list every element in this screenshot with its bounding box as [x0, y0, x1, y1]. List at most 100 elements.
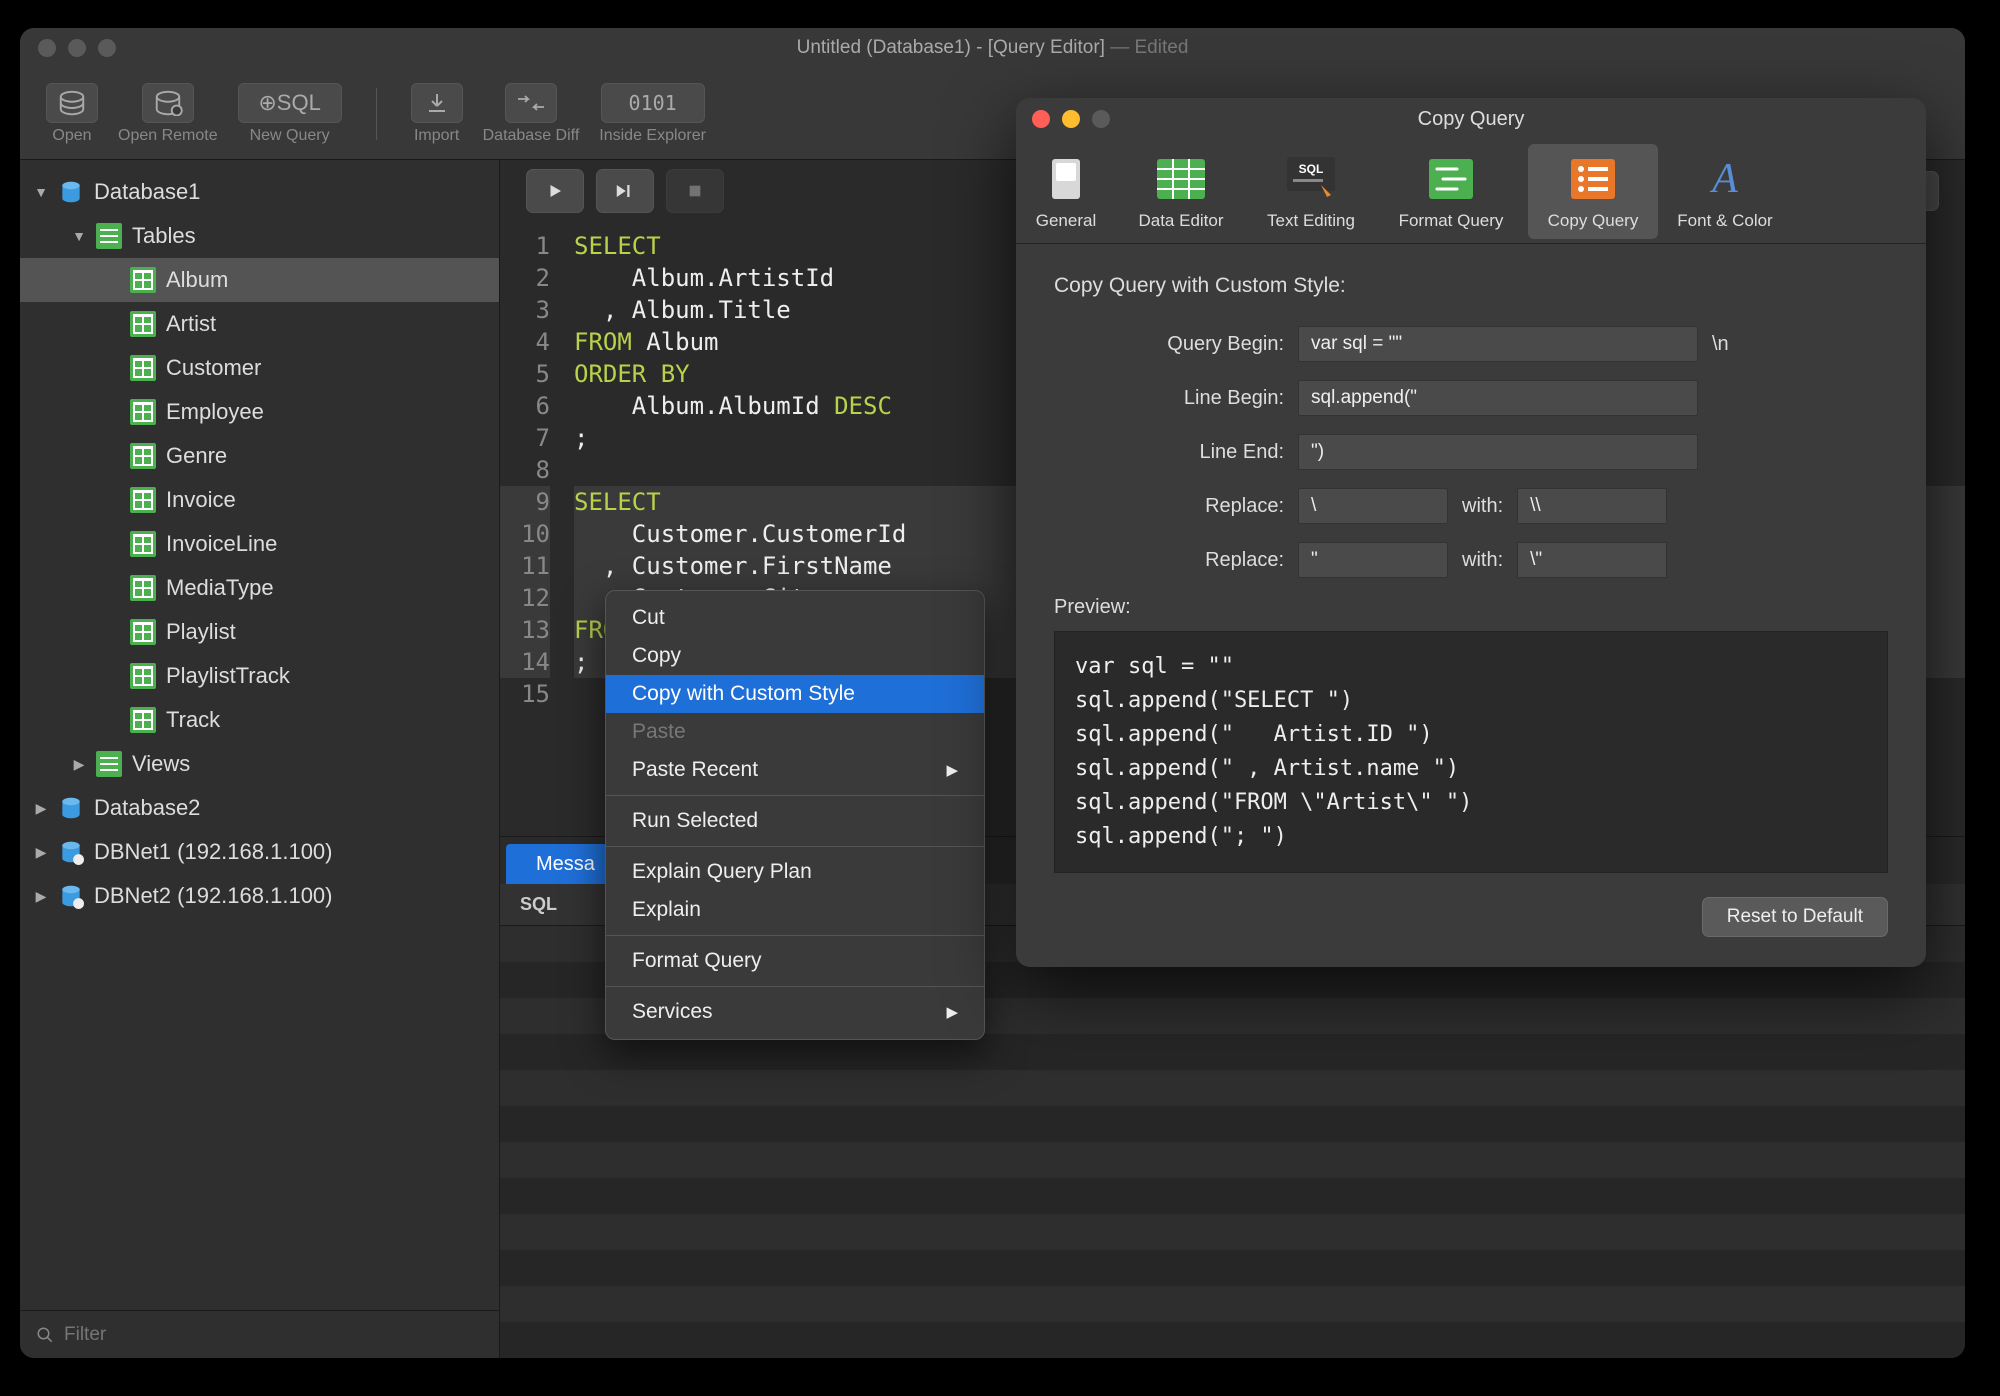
- table-name: Playlist: [166, 619, 236, 645]
- reset-button[interactable]: Reset to Default: [1702, 897, 1888, 937]
- chevron-right-icon: ▶: [946, 1003, 958, 1021]
- run-button[interactable]: [526, 169, 584, 213]
- input-replace-to-1[interactable]: [1517, 488, 1667, 524]
- database-node[interactable]: ▼ Database1: [20, 170, 499, 214]
- titlebar: Untitled (Database1) - [Query Editor] — …: [20, 28, 1965, 68]
- ctx-copy[interactable]: Copy: [606, 637, 984, 675]
- db-name: Database1: [94, 179, 200, 205]
- table-name: InvoiceLine: [166, 531, 277, 557]
- folder-icon: [96, 223, 122, 249]
- prefs-titlebar: Copy Query: [1016, 98, 1926, 140]
- inside-explorer-button[interactable]: 0101 Inside Explorer: [589, 79, 716, 149]
- tables-label: Tables: [132, 223, 196, 249]
- input-replace-from-2[interactable]: [1298, 542, 1448, 578]
- label-replace: Replace:: [1054, 495, 1284, 518]
- chevron-right-icon[interactable]: ▶: [34, 801, 48, 815]
- new-query-button[interactable]: ⊕SQL New Query: [228, 79, 352, 149]
- table-name: MediaType: [166, 575, 274, 601]
- stop-button[interactable]: [666, 169, 724, 213]
- list-icon: [1567, 153, 1619, 205]
- tab-general[interactable]: General: [1016, 140, 1116, 243]
- chevron-right-icon[interactable]: ▶: [34, 845, 48, 859]
- sql-column-header[interactable]: SQL: [500, 884, 620, 925]
- table-item-employee[interactable]: Employee: [20, 390, 499, 434]
- title-edited: — Edited: [1105, 37, 1188, 58]
- table-icon: [130, 267, 156, 293]
- preview-label: Preview:: [1054, 596, 1888, 619]
- context-menu: Cut Copy Copy with Custom Style Paste Pa…: [605, 590, 985, 1040]
- database-node[interactable]: ▶ Database2: [20, 786, 499, 830]
- table-item-invoiceline[interactable]: InvoiceLine: [20, 522, 499, 566]
- tab-label: Data Editor: [1138, 211, 1223, 231]
- input-replace-to-2[interactable]: [1517, 542, 1667, 578]
- tab-label: Text Editing: [1267, 211, 1355, 231]
- chevron-right-icon[interactable]: ▶: [72, 757, 86, 771]
- table-name: PlaylistTrack: [166, 663, 290, 689]
- table-item-playlist[interactable]: Playlist: [20, 610, 499, 654]
- format-icon: [1425, 153, 1477, 205]
- remote-db-node[interactable]: ▶ DBNet1 (192.168.1.100): [20, 830, 499, 874]
- table-item-album[interactable]: Album: [20, 258, 499, 302]
- open-button[interactable]: Open: [36, 79, 108, 149]
- prefs-body: Copy Query with Custom Style: Query Begi…: [1016, 244, 1926, 967]
- table-item-playlisttrack[interactable]: PlaylistTrack: [20, 654, 499, 698]
- remote-db-node[interactable]: ▶ DBNet2 (192.168.1.100): [20, 874, 499, 918]
- ctx-explain[interactable]: Explain: [606, 891, 984, 929]
- ctx-services[interactable]: Services▶: [606, 993, 984, 1031]
- tables-folder[interactable]: ▼ Tables: [20, 214, 499, 258]
- menu-separator: [606, 795, 984, 796]
- ctx-cut[interactable]: Cut: [606, 599, 984, 637]
- table-item-artist[interactable]: Artist: [20, 302, 499, 346]
- line-gutter: 123456789101112131415: [500, 222, 562, 836]
- tab-text-editing[interactable]: SQL Text Editing: [1246, 140, 1376, 243]
- table-name: Customer: [166, 355, 261, 381]
- table-item-mediatype[interactable]: MediaType: [20, 566, 499, 610]
- import-icon: [411, 83, 463, 123]
- tab-format-query[interactable]: Format Query: [1376, 140, 1526, 243]
- database-icon: [58, 795, 84, 821]
- database-network-icon: [58, 839, 84, 865]
- ctx-format[interactable]: Format Query: [606, 942, 984, 980]
- table-name: Track: [166, 707, 220, 733]
- ctx-paste-recent[interactable]: Paste Recent▶: [606, 751, 984, 789]
- ctx-copy-custom[interactable]: Copy with Custom Style: [606, 675, 984, 713]
- table-item-invoice[interactable]: Invoice: [20, 478, 499, 522]
- input-line-end[interactable]: [1298, 434, 1698, 470]
- label-query-begin: Query Begin:: [1054, 333, 1284, 356]
- table-item-customer[interactable]: Customer: [20, 346, 499, 390]
- ctx-paste: Paste: [606, 713, 984, 751]
- views-folder[interactable]: ▶ Views: [20, 742, 499, 786]
- run-step-button[interactable]: [596, 169, 654, 213]
- filter-input[interactable]: [64, 1324, 483, 1346]
- window-title: Untitled (Database1) - [Query Editor] — …: [20, 37, 1965, 59]
- tab-data-editor[interactable]: Data Editor: [1116, 140, 1246, 243]
- remote-name: DBNet2 (192.168.1.100): [94, 883, 333, 909]
- chevron-down-icon[interactable]: ▼: [72, 229, 86, 243]
- table-item-genre[interactable]: Genre: [20, 434, 499, 478]
- import-label: Import: [414, 127, 459, 145]
- tab-copy-query[interactable]: Copy Query: [1528, 144, 1658, 239]
- tab-label: Copy Query: [1548, 211, 1639, 231]
- sql-plus-icon: ⊕SQL: [238, 83, 342, 123]
- table-item-track[interactable]: Track: [20, 698, 499, 742]
- ctx-explain-plan[interactable]: Explain Query Plan: [606, 853, 984, 891]
- input-query-begin[interactable]: [1298, 326, 1698, 362]
- search-icon: [36, 1326, 54, 1344]
- prefs-title: Copy Query: [1016, 108, 1926, 131]
- grid-icon: [1155, 153, 1207, 205]
- import-button[interactable]: Import: [401, 79, 473, 149]
- ctx-run-selected[interactable]: Run Selected: [606, 802, 984, 840]
- database-diff-button[interactable]: Database Diff: [473, 79, 590, 149]
- tab-font-color[interactable]: A Font & Color: [1660, 140, 1790, 243]
- table-name: Genre: [166, 443, 227, 469]
- tab-label: General: [1036, 211, 1096, 231]
- table-icon: [130, 399, 156, 425]
- input-replace-from-1[interactable]: [1298, 488, 1448, 524]
- table-icon: [130, 619, 156, 645]
- chevron-right-icon[interactable]: ▶: [34, 889, 48, 903]
- input-line-begin[interactable]: [1298, 380, 1698, 416]
- row-replace-1: Replace: with:: [1054, 488, 1888, 524]
- chevron-down-icon[interactable]: ▼: [34, 185, 48, 199]
- open-remote-button[interactable]: Open Remote: [108, 79, 228, 149]
- row-line-begin: Line Begin:: [1054, 380, 1888, 416]
